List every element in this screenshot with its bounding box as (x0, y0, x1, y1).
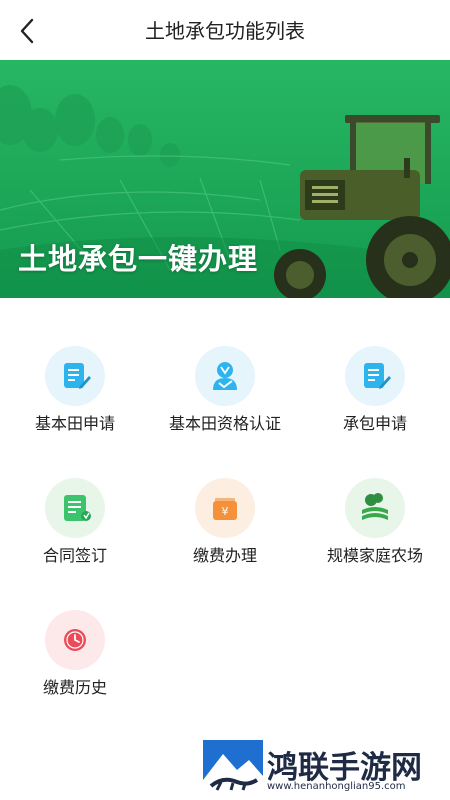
function-item-contract-sign[interactable]: 合同签订 (0, 430, 150, 565)
banner-headline: 土地承包一键办理 (18, 242, 259, 276)
svg-text:¥: ¥ (222, 505, 229, 518)
function-label: 规模家庭农场 (326, 546, 423, 565)
function-item-contract-apply[interactable]: 承包申请 (300, 298, 450, 433)
function-item-qualification-cert[interactable]: 基本田资格认证 (150, 298, 300, 433)
top-navbar: 土地承包功能列表 (0, 0, 450, 60)
watermark-logo (203, 740, 263, 798)
history-clock-icon (45, 610, 105, 670)
contract-icon (45, 478, 105, 538)
document-edit-icon (345, 346, 405, 406)
user-verify-icon (195, 346, 255, 406)
document-edit-icon (45, 346, 105, 406)
function-label: 缴费办理 (192, 546, 257, 565)
page-title: 土地承包功能列表 (145, 19, 305, 43)
farm-icon (345, 478, 405, 538)
function-label: 缴费历史 (42, 678, 107, 697)
function-item-basic-field-apply[interactable]: 基本田申请 (0, 298, 150, 433)
back-button[interactable] (10, 12, 46, 48)
chevron-left-icon (20, 18, 34, 44)
watermark: 鸿联手游网 www.henanhonglian95.com (203, 740, 450, 800)
function-item-payment-history[interactable]: 缴费历史 (0, 562, 150, 697)
function-item-family-farm[interactable]: 规模家庭农场 (300, 430, 450, 565)
function-item-payment[interactable]: ¥ 缴费办理 (150, 430, 300, 565)
payment-wallet-icon: ¥ (195, 478, 255, 538)
watermark-url: www.henanhonglian95.com (267, 781, 406, 792)
